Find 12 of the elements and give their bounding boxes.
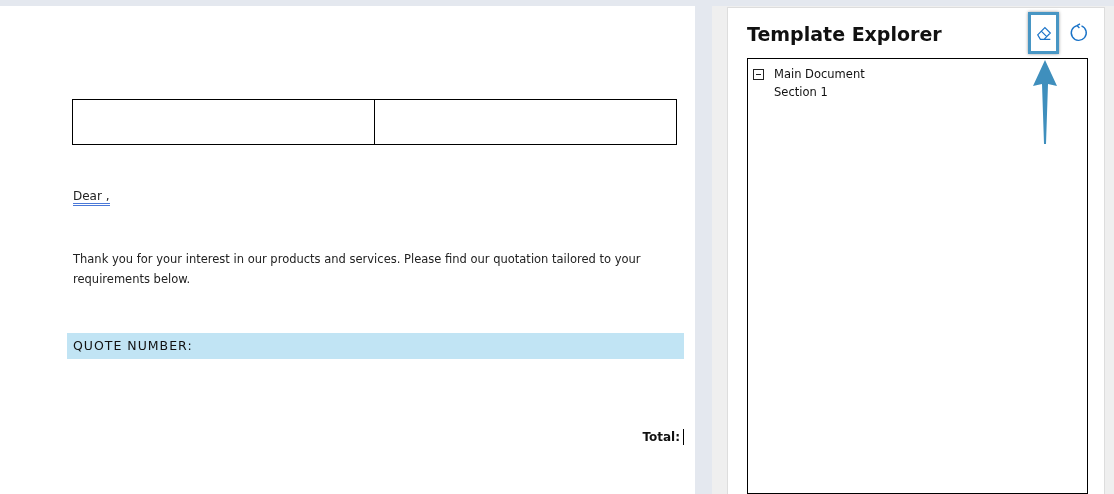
refresh-icon[interactable] [1068, 23, 1089, 43]
total-label: Total: [642, 430, 680, 444]
panel-title: Template Explorer [747, 23, 942, 45]
tree-view[interactable]: Main Document Section 1 [747, 58, 1088, 494]
collapse-icon[interactable] [753, 68, 764, 80]
quote-number-band: QUOTE NUMBER: [67, 333, 684, 359]
tree-item[interactable]: Main Document [774, 67, 865, 81]
tree-item[interactable]: Section 1 [774, 85, 828, 99]
eraser-icon[interactable] [1034, 24, 1053, 42]
body-paragraph: Thank you for your interest in our products and services. Please find our quotation tailored to your requirements below. [73, 251, 642, 288]
greeting-text: Dear , [73, 189, 110, 206]
text-cursor [683, 429, 684, 445]
